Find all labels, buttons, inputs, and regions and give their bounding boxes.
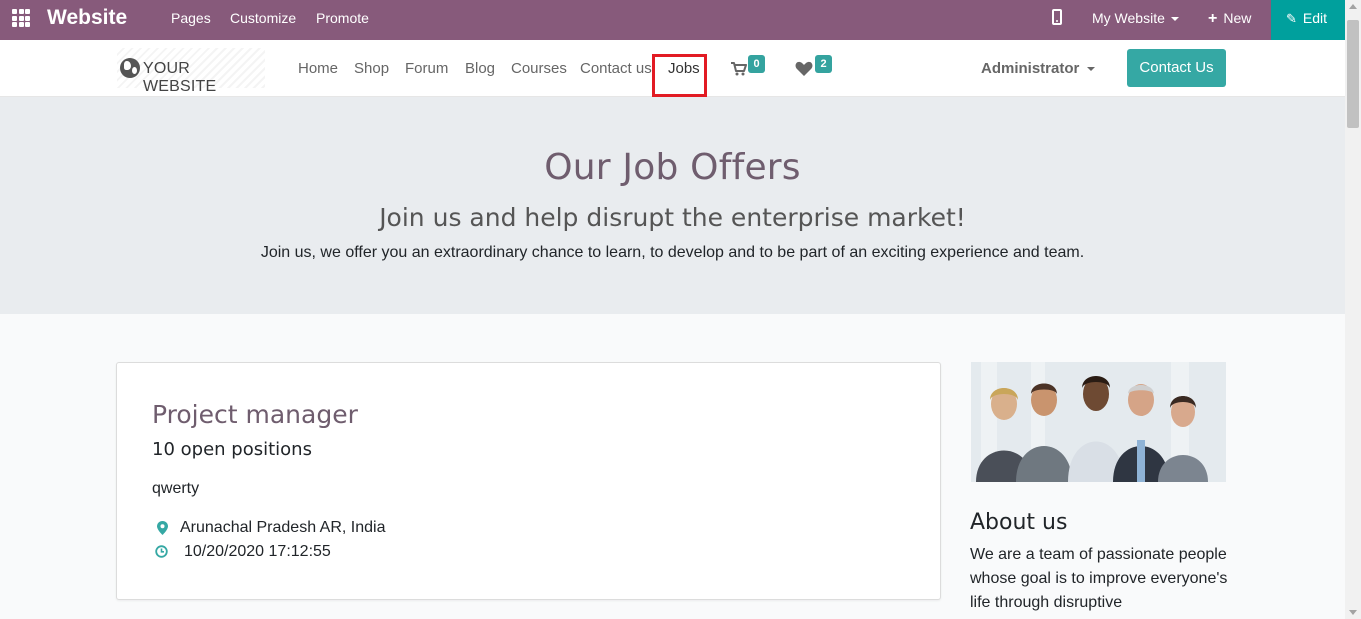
page-scrollbar[interactable] [1345,0,1361,619]
nav-link-shop[interactable]: Shop [354,60,389,77]
website-switcher[interactable]: My Website [1092,10,1179,26]
editor-top-bar: Website Pages Customize Promote My Websi… [0,0,1345,40]
contact-us-button[interactable]: Contact Us [1127,49,1226,87]
job-description: qwerty [152,480,200,497]
page-subtitle: Join us and help disrupt the enterprise … [379,203,966,232]
menu-pages[interactable]: Pages [171,10,211,26]
about-us-text: We are a team of passionate people whose… [970,546,1228,611]
new-button[interactable]: + New [1208,10,1251,28]
site-logo[interactable]: YOUR WEBSITE [117,48,265,95]
cart-count-badge: 0 [748,55,765,73]
edit-button[interactable]: ✎ Edit [1271,0,1345,40]
nav-link-home[interactable]: Home [298,60,338,77]
chevron-down-icon [1170,17,1179,22]
scrollbar-thumb[interactable] [1347,20,1359,128]
editor-brand[interactable]: Website [47,6,127,30]
job-openings: 10 open positions [152,439,312,460]
user-name: Administrator [981,60,1080,77]
team-photo [971,362,1226,482]
job-publish-datetime: 10/20/2020 17:12:55 [184,543,331,560]
pencil-icon: ✎ [1286,11,1297,26]
scroll-up-icon[interactable] [1349,4,1357,9]
globe-icon [120,58,140,78]
menu-customize[interactable]: Customize [230,10,296,26]
apps-menu-icon[interactable] [12,9,30,27]
mobile-preview-icon[interactable] [1052,9,1062,25]
job-card[interactable]: Project manager 10 open positions qwerty… [116,362,941,600]
hero-section: Our Job Offers Join us and help disrupt … [0,97,1345,314]
edit-button-label: Edit [1302,10,1328,26]
nav-link-blog[interactable]: Blog [465,60,495,77]
map-marker-icon [157,521,168,535]
clock-icon [155,545,168,558]
wishlist-count-badge: 2 [815,55,832,73]
website-switcher-label: My Website [1092,10,1165,26]
hero-lead-text: Join us, we offer you an extraordinary c… [260,244,1085,261]
nav-link-contact[interactable]: Contact us [580,60,652,77]
job-title[interactable]: Project manager [152,400,358,429]
jobs-highlight-box [652,54,707,97]
menu-promote[interactable]: Promote [316,10,369,26]
chevron-down-icon [1087,67,1096,72]
cart-icon[interactable] [731,62,747,76]
nav-link-forum[interactable]: Forum [405,60,448,77]
nav-link-courses[interactable]: Courses [511,60,567,77]
website-navbar: YOUR WEBSITE Home Shop Forum Blog Course… [0,40,1345,97]
heart-icon[interactable] [795,61,813,77]
user-menu[interactable]: Administrator [981,60,1096,77]
page-title: Our Job Offers [544,147,801,188]
about-us-title: About us [970,510,1068,535]
job-location: Arunachal Pradesh AR, India [180,519,386,536]
site-logo-text: YOUR WEBSITE [143,60,217,95]
plus-icon: + [1208,10,1218,27]
new-button-label: New [1223,10,1252,26]
scroll-down-icon[interactable] [1349,610,1357,615]
